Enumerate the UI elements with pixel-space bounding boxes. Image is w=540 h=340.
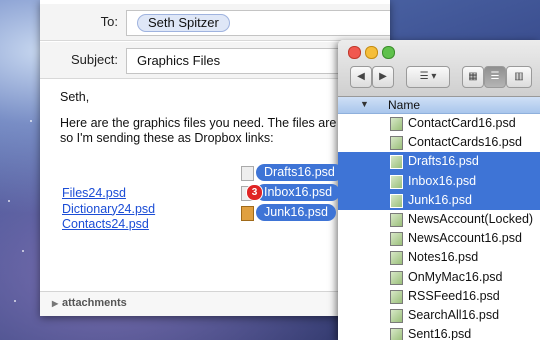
back-arrow-icon[interactable]: ◀ [350, 66, 372, 88]
subject-value: Graphics Files [137, 53, 221, 68]
finder-file-row[interactable]: NewsAccount16.psd [338, 229, 540, 248]
sort-triangle-icon: ▼ [360, 99, 369, 109]
psd-file-icon [390, 212, 403, 227]
file-name: Junk16.psd [408, 192, 472, 207]
finder-file-row[interactable]: Inbox16.psd [338, 171, 540, 191]
psd-file-icon [390, 251, 403, 266]
finder-file-row[interactable]: ContactCard16.psd [338, 114, 540, 133]
finder-file-row[interactable]: ContactCards16.psd [338, 133, 540, 152]
finder-file-row[interactable]: OnMyMac16.psd [338, 268, 540, 287]
finder-file-row[interactable]: Drafts16.psd [338, 152, 540, 172]
psd-file-icon [390, 174, 403, 189]
finder-toolbar: ◀ ▶ ☰ ▾ ▦ ☰ ▥ [338, 40, 540, 97]
psd-file-icon [390, 193, 403, 208]
finder-file-row[interactable]: Notes16.psd [338, 248, 540, 267]
file-name: RSSFeed16.psd [408, 288, 500, 303]
finder-window: ◀ ▶ ☰ ▾ ▦ ☰ ▥ ▼ Name ContactCard16.psd Co… [338, 40, 540, 340]
psd-file-icon [390, 136, 403, 151]
link-contacts24[interactable]: Contacts24.psd [62, 217, 155, 233]
psd-file-icon [390, 328, 403, 340]
file-name: Sent16.psd [408, 327, 472, 340]
file-name: ContactCard16.psd [408, 116, 516, 130]
finder-file-row[interactable]: Sent16.psd [338, 325, 540, 340]
psd-file-icon [241, 206, 254, 221]
file-name: NewsAccount16.psd [408, 231, 522, 246]
action-menu-icon[interactable]: ☰ ▾ [406, 66, 450, 88]
to-row: To: Seth Spitzer [40, 4, 390, 41]
drag-item-inbox: Inbox16.psd [256, 184, 341, 201]
list-view-icon[interactable]: ☰ [484, 66, 506, 88]
forward-arrow-icon[interactable]: ▶ [372, 66, 394, 88]
link-files24[interactable]: Files24.psd [62, 186, 155, 202]
column-view-icon[interactable]: ▥ [506, 66, 532, 88]
to-field[interactable]: Seth Spitzer [126, 10, 390, 36]
finder-file-row[interactable]: SearchAll16.psd [338, 306, 540, 325]
greeting-text: Seth, [60, 90, 90, 104]
link-dictionary24[interactable]: Dictionary24.psd [62, 202, 155, 218]
file-name: SearchAll16.psd [408, 307, 500, 322]
file-name: OnMyMac16.psd [408, 269, 503, 284]
subject-label: Subject: [71, 52, 118, 67]
name-column-header[interactable]: ▼ Name [338, 97, 540, 114]
body-paragraph: Here are the graphics files you need. Th… [60, 116, 372, 145]
psd-file-icon [390, 117, 403, 131]
psd-file-icon [390, 270, 403, 285]
psd-file-icon [390, 289, 403, 304]
finder-file-list: ContactCard16.psd ContactCards16.psd Draft… [338, 114, 540, 340]
attachments-label: attachments [62, 297, 127, 309]
file-name: Notes16.psd [408, 250, 479, 265]
psd-file-icon [390, 232, 403, 247]
finder-file-row[interactable]: NewsAccount(Locked) [338, 210, 540, 229]
file-name: Drafts16.psd [408, 154, 479, 169]
psd-file-icon [390, 155, 403, 170]
drag-count-badge: 3 [246, 184, 263, 201]
recipient-token[interactable]: Seth Spitzer [137, 14, 230, 32]
drag-item-drafts: Drafts16.psd [256, 164, 343, 181]
finder-file-row[interactable]: Junk16.psd [338, 190, 540, 210]
drag-item-junk: Junk16.psd [256, 204, 336, 221]
psd-file-icon [390, 308, 403, 323]
file-name: NewsAccount(Locked) [408, 211, 534, 226]
dropbox-links: Files24.psd Dictionary24.psd Contacts24.… [62, 186, 155, 233]
to-label: To: [100, 14, 118, 29]
zoom-icon[interactable] [382, 46, 395, 59]
message-body[interactable]: Seth, Here are the graphics files you ne… [60, 90, 380, 157]
disclosure-triangle-icon[interactable]: ▶ [52, 299, 58, 308]
minimize-icon[interactable] [365, 46, 378, 59]
file-name: Inbox16.psd [408, 173, 477, 188]
name-column-label: Name [388, 98, 421, 112]
icon-view-icon[interactable]: ▦ [462, 66, 484, 88]
file-name: ContactCards16.psd [408, 135, 522, 150]
close-icon[interactable] [348, 46, 361, 59]
psd-file-icon [241, 166, 254, 181]
finder-file-row[interactable]: RSSFeed16.psd [338, 287, 540, 306]
